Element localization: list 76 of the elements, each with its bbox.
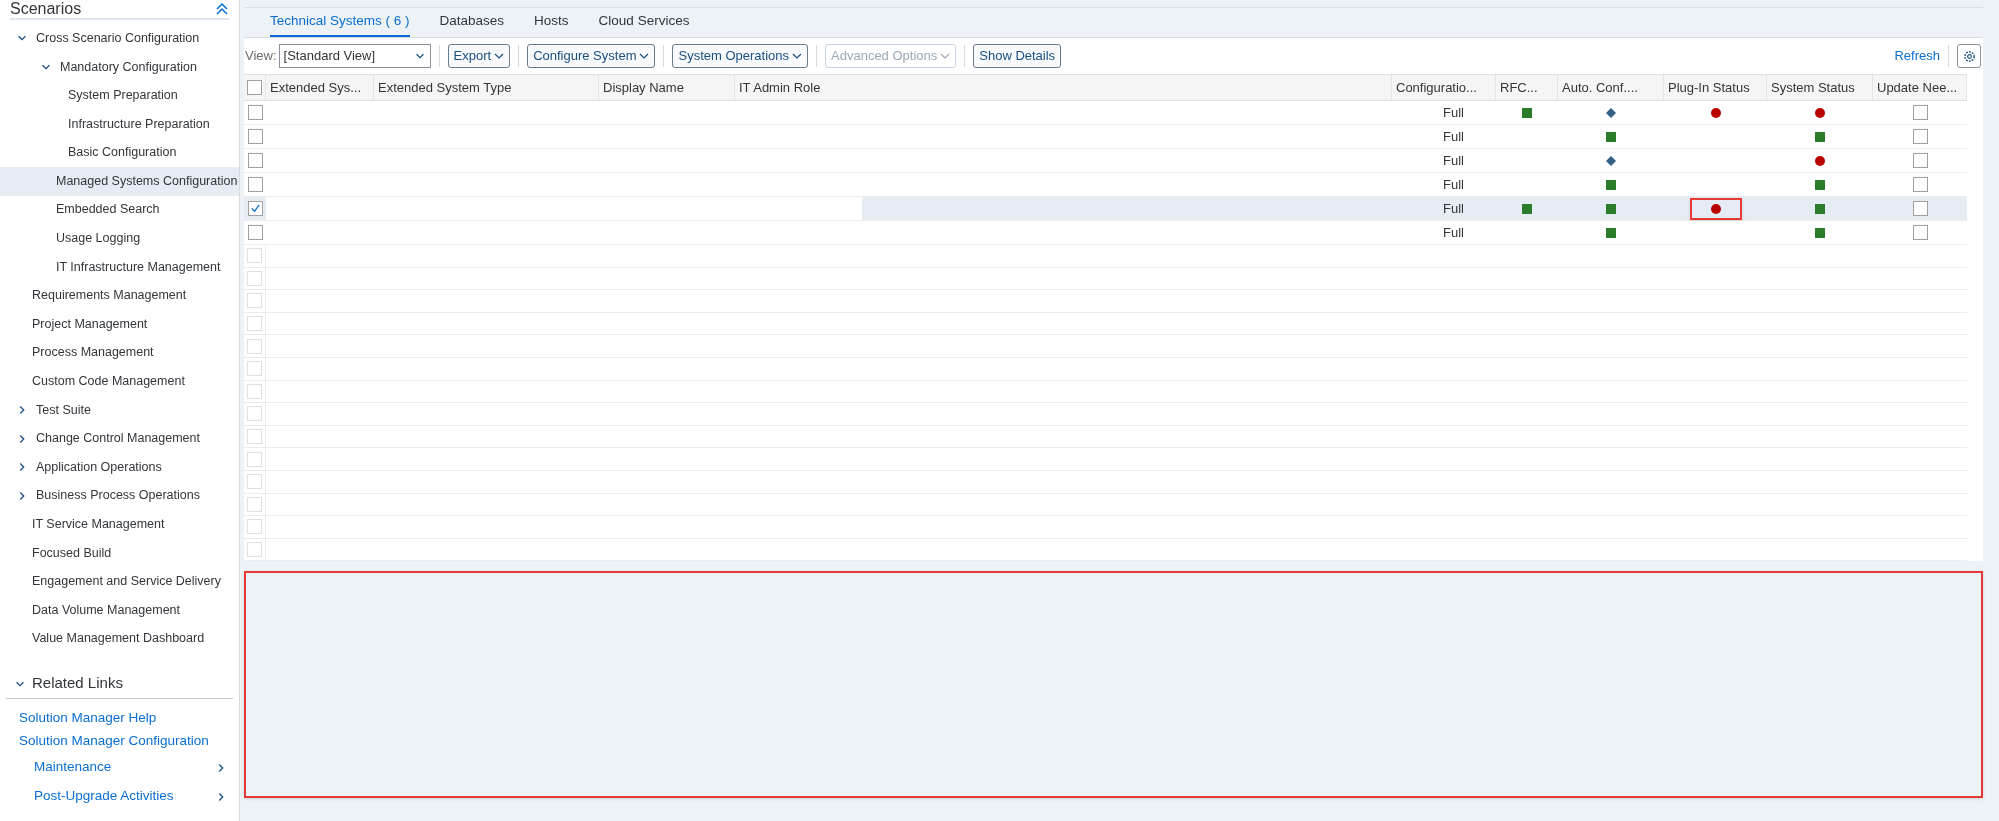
column-header[interactable]: Plug-In Status: [1664, 75, 1767, 100]
tree-item[interactable]: Mandatory Configuration: [0, 52, 239, 82]
checkbox[interactable]: [1912, 105, 1928, 120]
toolbar-button[interactable]: Export: [447, 44, 511, 68]
tree-item[interactable]: Value Management Dashboard: [0, 624, 239, 654]
table-cell-text: Full: [1443, 103, 1464, 122]
column-header[interactable]: System Status: [1767, 75, 1873, 100]
tree-item[interactable]: Cross Scenario Configuration: [0, 24, 239, 53]
checkbox[interactable]: [247, 177, 263, 192]
tree-item[interactable]: Business Process Operations: [0, 481, 239, 511]
refresh-link[interactable]: Refresh: [1894, 46, 1940, 66]
tree-item[interactable]: IT Infrastructure Management: [0, 252, 239, 282]
view-select[interactable]: [Standard View]: [278, 44, 431, 68]
tree-item[interactable]: Infrastructure Preparation: [0, 109, 239, 139]
table-cell-text: Full: [1443, 199, 1464, 218]
submenu-link[interactable]: Post-Upgrade Activities: [0, 782, 239, 812]
tree-item[interactable]: Custom Code Management: [0, 367, 239, 396]
tab[interactable]: Databases: [439, 8, 505, 37]
tree-item[interactable]: Basic Configuration: [0, 138, 239, 167]
checkbox[interactable]: [1912, 201, 1928, 216]
checkbox[interactable]: [1912, 153, 1928, 168]
column-header[interactable]: Configuratio...: [1392, 75, 1496, 100]
checkbox[interactable]: [247, 225, 263, 240]
column-header[interactable]: Auto. Conf....: [1558, 75, 1664, 100]
toolbar-button[interactable]: Configure System: [527, 44, 656, 68]
checkbox[interactable]: [1912, 177, 1928, 192]
column-header[interactable]: Extended System Type: [374, 75, 599, 100]
tree-item[interactable]: Project Management: [0, 309, 239, 339]
checkmark-icon: [249, 203, 261, 214]
caret-icon: [792, 52, 802, 60]
checkbox[interactable]: [247, 80, 262, 95]
toolbar-button[interactable]: System Operations: [672, 44, 808, 68]
tree-item[interactable]: Application Operations: [0, 452, 239, 482]
tree-item[interactable]: Change Control Management: [0, 424, 239, 453]
caret-icon: [940, 52, 951, 60]
tree-item[interactable]: Requirements Management: [0, 281, 239, 310]
table-row[interactable]: Full: [244, 197, 1967, 221]
tree-item[interactable]: Test Suite: [0, 395, 239, 425]
table-cell-text: Full: [1443, 175, 1464, 194]
checkbox[interactable]: [247, 105, 263, 120]
tree-item[interactable]: Engagement and Service Delivery: [0, 567, 239, 596]
tab[interactable]: Cloud Services: [598, 8, 690, 37]
caret-icon: [494, 52, 505, 60]
link[interactable]: Solution Manager Help: [0, 707, 239, 731]
checkbox[interactable]: [1912, 225, 1928, 240]
settings-icon: [1962, 49, 1976, 63]
collapse-icon[interactable]: [215, 3, 229, 15]
column-header[interactable]: Extended Sys...: [266, 75, 374, 100]
tree-item[interactable]: Usage Logging: [0, 224, 239, 253]
checkbox[interactable]: [247, 201, 263, 216]
tree-item[interactable]: Embedded Search: [0, 195, 239, 225]
checkbox[interactable]: [1912, 129, 1928, 144]
toolbar-button[interactable]: Show Details: [973, 44, 1062, 68]
submenu-link[interactable]: Maintenance: [0, 753, 239, 783]
link[interactable]: Solution Manager Configuration: [0, 730, 239, 754]
tree-item[interactable]: Focused Build: [0, 538, 239, 568]
settings-button[interactable]: [1957, 44, 1981, 68]
caret-icon: [639, 52, 650, 60]
table-cell-text: Full: [1443, 223, 1464, 242]
table-cell-text: Full: [1443, 127, 1464, 146]
column-header[interactable]: Update Nee...: [1873, 75, 1967, 100]
tree-item[interactable]: Process Management: [0, 338, 239, 368]
tree-item[interactable]: IT Service Management: [0, 510, 239, 539]
tree-item[interactable]: Data Volume Management: [0, 595, 239, 625]
column-header[interactable]: IT Admin Role: [735, 75, 1392, 100]
tree-item[interactable]: System Preparation: [0, 81, 239, 110]
checkbox[interactable]: [247, 129, 263, 144]
view-label: View:: [245, 47, 277, 66]
tree-item[interactable]: Managed Systems Configuration: [0, 166, 239, 196]
related-links-header[interactable]: Related Links: [6, 669, 233, 700]
tab[interactable]: Hosts: [534, 8, 569, 37]
column-header[interactable]: Display Name: [599, 75, 735, 100]
column-header[interactable]: RFC...: [1496, 75, 1558, 100]
table-cell-text: Full: [1443, 151, 1464, 170]
sidebar-title: Scenarios: [10, 0, 82, 18]
checkbox[interactable]: [247, 153, 263, 168]
